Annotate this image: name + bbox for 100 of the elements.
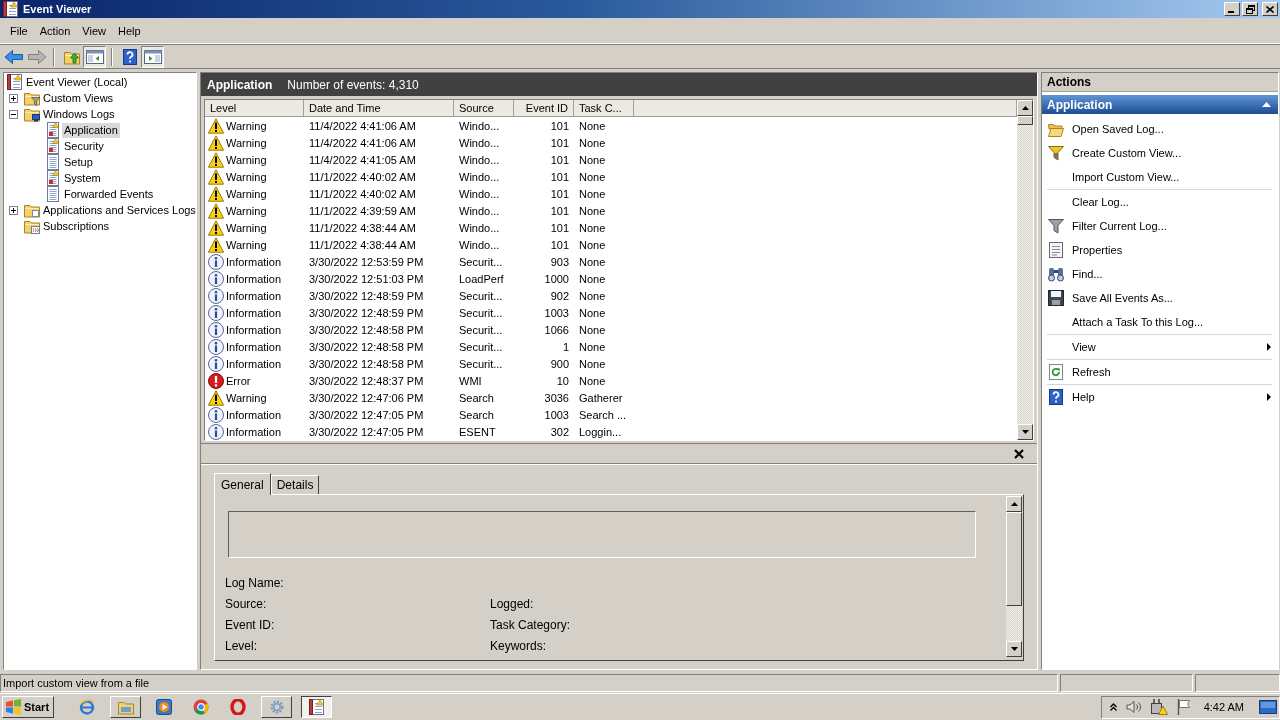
vertical-scrollbar[interactable] <box>1017 100 1033 440</box>
speaker-icon[interactable] <box>1125 700 1142 714</box>
minimize-button[interactable] <box>1224 2 1240 16</box>
tree-item[interactable]: Applications and Services Logs <box>41 202 198 218</box>
event-id: 900 <box>549 357 570 370</box>
scroll-thumb[interactable] <box>1006 512 1022 606</box>
start-button[interactable]: Start <box>2 696 54 718</box>
event-level: Warning <box>226 187 267 200</box>
event-source: WMI <box>458 374 483 387</box>
right-pane-window-icon <box>143 48 162 65</box>
tree-item[interactable]: Event Viewer (Local) <box>24 74 130 90</box>
event-level: Warning <box>226 136 267 149</box>
close-icon[interactable] <box>1014 448 1024 459</box>
error-icon <box>208 372 224 389</box>
scroll-down-button[interactable] <box>1006 641 1022 657</box>
play-icon[interactable] <box>156 699 172 715</box>
menu-item[interactable]: File <box>4 22 34 39</box>
warning-icon <box>208 117 224 134</box>
description-field[interactable] <box>228 511 976 558</box>
event-source: Windo... <box>458 221 501 234</box>
info-icon <box>208 423 224 440</box>
menu-item[interactable]: Help <box>111 22 147 39</box>
close-button[interactable] <box>1262 2 1278 16</box>
event-task-category: Search ... <box>578 408 628 421</box>
command-link[interactable]: Open Saved Log... <box>1047 117 1272 141</box>
collapse-icon[interactable] <box>9 109 18 119</box>
browser-icon[interactable] <box>79 699 95 715</box>
tree-item[interactable]: Application <box>62 122 120 138</box>
monitor-icon[interactable] <box>1259 700 1277 714</box>
tab[interactable]: General <box>214 473 271 495</box>
scroll-down-button[interactable] <box>1017 424 1033 440</box>
event-id: 1066 <box>543 323 570 336</box>
network-warning-icon[interactable] <box>1150 699 1168 715</box>
flag-icon[interactable] <box>1176 699 1191 715</box>
command-link[interactable]: Find... <box>1047 262 1272 286</box>
event-task-category: None <box>578 187 607 200</box>
expand-icon[interactable] <box>9 93 18 103</box>
up-arrow-icon <box>1010 502 1018 506</box>
command-link[interactable]: Clear Log... <box>1047 190 1272 214</box>
clock[interactable]: 4:42 AM <box>1203 701 1244 713</box>
command-link[interactable]: Create Custom View... <box>1047 141 1272 165</box>
collapse-caret-icon[interactable] <box>1262 102 1271 107</box>
event-task-category: None <box>578 306 607 319</box>
status-text: Import custom view from a file <box>0 674 1058 692</box>
scroll-up-button[interactable] <box>1017 100 1033 116</box>
tree-item[interactable]: Subscriptions <box>41 218 112 234</box>
event-level: Information <box>226 255 282 268</box>
command-link[interactable]: Filter Current Log... <box>1047 214 1272 238</box>
taskbar-button[interactable] <box>301 696 332 718</box>
section-header[interactable]: Application <box>1042 95 1278 114</box>
event-task-category: None <box>578 255 607 268</box>
expand-icon[interactable] <box>9 205 18 215</box>
field-label: Logged: <box>490 596 534 611</box>
log-book-icon <box>308 699 325 715</box>
menu-item[interactable]: View <box>76 22 112 39</box>
command-link[interactable]: Import Custom View... <box>1047 165 1272 189</box>
command-link[interactable]: Save All Events As... <box>1047 286 1272 310</box>
column-header[interactable]: Level <box>205 100 304 116</box>
scroll-up-button[interactable] <box>1006 496 1022 512</box>
event-id: 903 <box>549 255 570 268</box>
event-source: Securit... <box>458 289 504 302</box>
command-link[interactable]: Refresh <box>1047 360 1272 384</box>
command-link[interactable]: Properties <box>1047 238 1272 262</box>
tree-item[interactable]: System <box>62 170 103 186</box>
tree-item[interactable]: Security <box>62 138 106 154</box>
tree-item[interactable]: Custom Views <box>41 90 116 106</box>
down-arrow-icon <box>1010 647 1018 651</box>
column-header[interactable]: Source <box>454 100 514 116</box>
event-level: Information <box>226 357 282 370</box>
tab[interactable]: Details <box>270 475 320 494</box>
chevron-up-icon[interactable] <box>1109 703 1117 711</box>
show-tree-button[interactable] <box>83 45 106 68</box>
column-header[interactable]: Date and Time <box>304 100 454 116</box>
show-side-pane-button[interactable] <box>141 45 164 68</box>
tree-item[interactable]: Forwarded Events <box>62 186 156 202</box>
restore-button[interactable] <box>1242 2 1258 16</box>
info-icon <box>208 355 224 372</box>
menu-item[interactable]: Action <box>33 22 77 39</box>
event-id: 902 <box>549 289 570 302</box>
command-link[interactable]: Attach a Task To this Log... <box>1047 310 1272 334</box>
forward-arrow-icon <box>26 48 47 65</box>
scroll-thumb[interactable] <box>1017 116 1033 125</box>
command-link[interactable]: View <box>1047 335 1272 359</box>
column-header[interactable]: Event ID <box>514 100 574 116</box>
event-level: Warning <box>226 221 267 234</box>
event-date: 3/30/2022 12:48:59 PM <box>308 306 425 319</box>
column-header[interactable]: Task C... <box>574 100 634 116</box>
restore-icon <box>1245 4 1255 14</box>
ring-icon[interactable] <box>230 699 246 715</box>
info-icon <box>208 304 224 321</box>
log-icon <box>45 170 61 186</box>
tree-item[interactable]: Windows Logs <box>41 106 117 122</box>
event-id: 101 <box>549 238 570 251</box>
vertical-scrollbar[interactable] <box>1006 496 1022 657</box>
event-level: Warning <box>226 153 267 166</box>
event-source: Windo... <box>458 187 501 200</box>
tree-item[interactable]: Setup <box>62 154 95 170</box>
event-task-category: None <box>578 136 607 149</box>
browser-icon[interactable] <box>193 699 209 715</box>
command-link[interactable]: Help <box>1047 385 1272 409</box>
